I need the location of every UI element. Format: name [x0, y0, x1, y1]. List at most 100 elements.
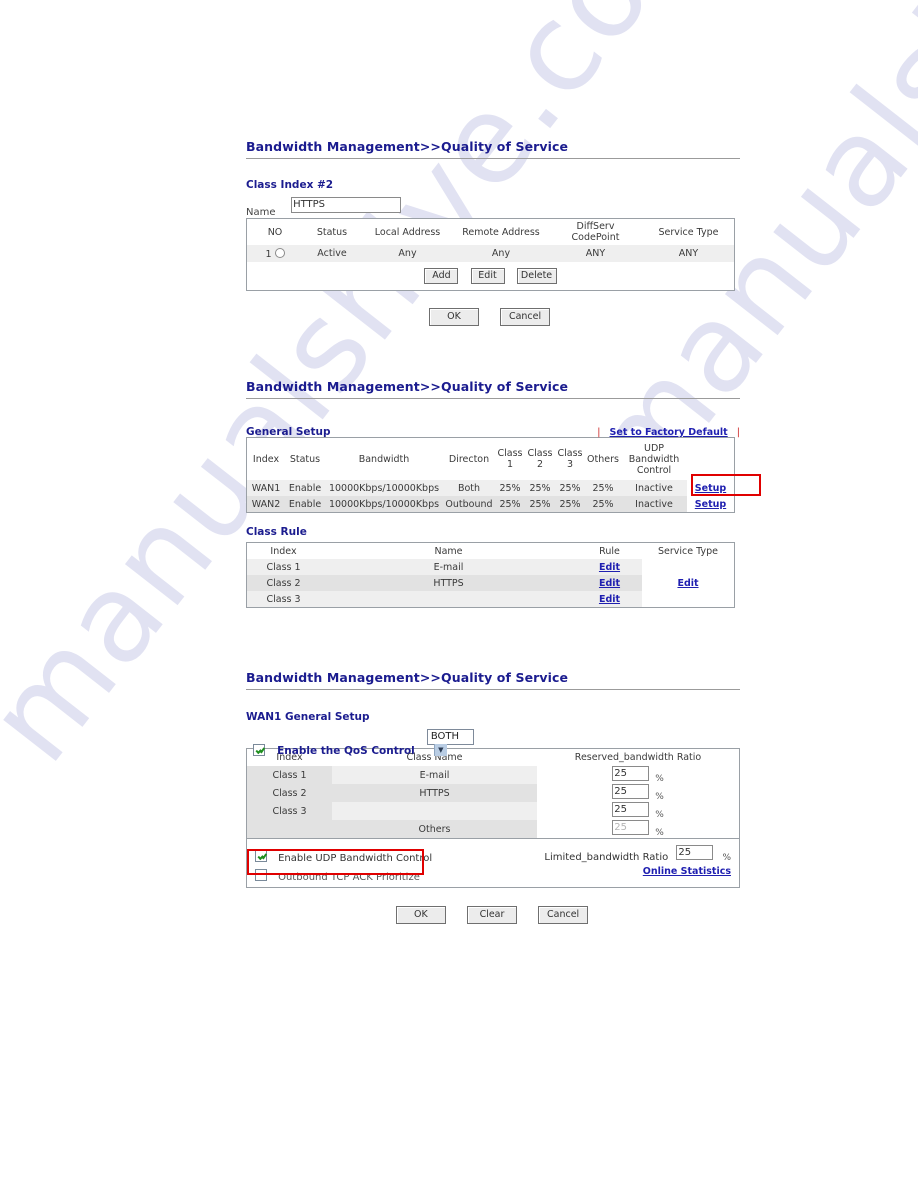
others-ratio-unit: % [655, 828, 664, 838]
cell-ratio: 25 % [537, 820, 739, 838]
class-rule-entries-box: NO Status Local Address Remote Address D… [246, 218, 735, 291]
col-rule-index: Index [270, 545, 297, 557]
cell-direction: Both [457, 482, 481, 494]
set-to-factory-default-link[interactable]: Set to Factory Default [610, 427, 728, 438]
limited-bandwidth-label: Limited_bandwidth Ratio [544, 852, 669, 863]
table-row: 1 Active Any Any ANY ANY [247, 245, 734, 262]
panel1-title-tail: Quality of Service [440, 139, 569, 154]
col-udp-bandwidth-control: UDP Bandwidth Control [621, 438, 687, 480]
delete-button[interactable]: Delete [516, 268, 557, 284]
col-udp-line1: UDP [644, 442, 664, 454]
chevron-down-icon: ▼ [433, 744, 447, 756]
panel1-page-title: Bandwidth Management>>Quality of Service [246, 139, 740, 154]
col-remote-address: Remote Address [462, 226, 540, 238]
class3-ratio-unit: % [655, 810, 664, 820]
cell-index: Class 2 [247, 784, 332, 802]
col-others: Others [587, 453, 619, 465]
edit-button[interactable]: Edit [470, 268, 505, 284]
panel3-title-tail: Quality of Service [440, 670, 569, 685]
cell-class1: 25% [499, 482, 521, 494]
col-status: Status [316, 226, 348, 238]
panel1-footer-buttons: OK Cancel [246, 304, 733, 326]
class-entries-table: NO Status Local Address Remote Address D… [247, 219, 734, 290]
cell-service-type-edit: Edit [642, 559, 734, 607]
panel1-title-separator: >> [419, 139, 441, 154]
qos-direction-select[interactable]: BOTH ▼ [426, 729, 474, 756]
cell-local-address: Any [398, 248, 417, 259]
divider-bar-right: | [736, 427, 740, 438]
col-diffserv-line1: DiffServ [576, 221, 615, 232]
table-header-row: Index Name Rule Service Type [247, 543, 734, 559]
col-class1-line2: 1 [506, 459, 514, 470]
col-status: Status [289, 453, 321, 465]
cell-others: 25% [592, 482, 614, 494]
table-header-row: NO Status Local Address Remote Address D… [247, 219, 734, 245]
cell-others: 25% [592, 498, 614, 510]
row-select-radio[interactable] [274, 247, 285, 258]
cancel-button[interactable]: Cancel [500, 308, 551, 326]
ok-button[interactable]: OK [428, 308, 479, 326]
table-row: Others 25 % [247, 820, 739, 838]
class-name-input[interactable]: HTTPS [291, 197, 402, 213]
cell-rule-index: Class 3 [247, 591, 320, 607]
panel2-page-title: Bandwidth Management>>Quality of Service [246, 379, 740, 394]
wan1-general-setup-heading: WAN1 General Setup [246, 711, 370, 723]
cell-udp-status: Inactive [635, 498, 673, 510]
cell-class2: 25% [529, 482, 551, 494]
cell-status: Enable [288, 482, 322, 494]
ok-button[interactable]: OK [395, 906, 446, 924]
add-button[interactable]: Add [424, 268, 459, 284]
class-rule-label: Class Rule [246, 526, 307, 538]
cell-rule-edit: Edit [577, 591, 642, 607]
col-rule-name: Name [434, 545, 463, 557]
cell-ratio: 25 % [537, 802, 739, 820]
cell-remote-address: Any [491, 248, 511, 259]
class1-ratio-input[interactable]: 25 [612, 766, 650, 781]
cell-index [247, 820, 332, 838]
table-actions-row: Add Edit Delete [247, 262, 734, 290]
class2-ratio-input[interactable]: 25 [612, 784, 650, 799]
cancel-button[interactable]: Cancel [538, 906, 589, 924]
cell-class-name [332, 802, 537, 820]
panel2-title-separator: >> [419, 379, 441, 394]
col-rule-service-type: Service Type [658, 545, 718, 557]
online-statistics-link[interactable]: Online Statistics [643, 866, 731, 877]
cell-class1: 25% [499, 498, 521, 510]
col-direction: Directon [448, 453, 490, 465]
limited-bandwidth-input[interactable]: 25 [676, 845, 714, 860]
cell-udp-status: Inactive [635, 482, 673, 494]
table-row: Class 1 E-mail Edit Edit [247, 559, 734, 607]
col-class-1: Class 1 [495, 438, 525, 480]
col-diffserv-codepoint: DiffServ CodePoint [548, 219, 643, 245]
cell-status: Active [317, 248, 347, 259]
class3-rule-edit-link[interactable]: Edit [599, 594, 620, 605]
col-class-2: Class 2 [525, 438, 555, 480]
table-row: Class 3 25 % [247, 802, 739, 820]
wan2-setup-link[interactable]: Setup [695, 499, 726, 510]
cell-direction: Outbound [445, 498, 493, 510]
col-local-address: Local Address [374, 226, 441, 238]
class3-ratio-input[interactable]: 25 [612, 802, 650, 817]
service-type-edit-link[interactable]: Edit [677, 578, 698, 589]
clear-button[interactable]: Clear [467, 906, 517, 924]
class1-rule-edit-link[interactable]: Edit [599, 562, 620, 573]
panel1-title-main: Bandwidth Management [246, 139, 420, 154]
cell-service-type: ANY [678, 248, 699, 259]
cell-rule-edit: Edit [577, 559, 642, 575]
divider-bar-left: | [597, 427, 601, 438]
class1-ratio-unit: % [655, 774, 664, 784]
name-label: Name [246, 207, 276, 218]
col-class3-line1: Class [557, 448, 583, 459]
cell-index: Class 1 [247, 766, 332, 784]
cell-rule-name: E-mail [320, 559, 577, 575]
cell-ratio: 25 % [537, 766, 739, 784]
class2-rule-edit-link[interactable]: Edit [599, 578, 620, 589]
table-row: WAN2 Enable 10000Kbps/10000Kbps Outbound… [247, 496, 734, 512]
entries-action-buttons: Add Edit Delete [247, 262, 734, 290]
cell-bandwidth: 10000Kbps/10000Kbps [328, 498, 440, 510]
enable-qos-checkbox[interactable] [253, 744, 265, 756]
col-udp-line3: Control [636, 464, 672, 476]
col-class2-line2: 2 [536, 459, 544, 470]
col-diffserv-line2: CodePoint [571, 232, 620, 243]
col-class3-line2: 3 [566, 459, 574, 470]
